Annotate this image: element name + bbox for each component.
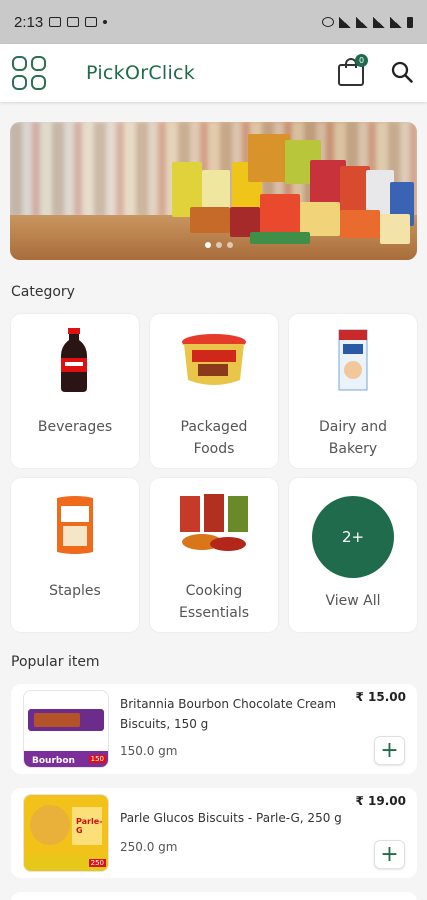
product-weight: 150.0 gm <box>120 744 178 758</box>
thumb-brand: Bourbon <box>32 756 75 766</box>
battery-icon <box>407 16 413 28</box>
add-to-cart-button[interactable]: + <box>374 736 405 765</box>
product-name: Parle Glucos Biscuits - Parle-G, 250 g <box>120 811 342 825</box>
category-card-beverages[interactable]: Beverages <box>11 314 139 468</box>
category-card-staples[interactable]: Staples <box>11 478 139 632</box>
wifi-icon <box>356 16 368 28</box>
popular-item-card[interactable]: Parle-G 250 Parle Glucos Biscuits - Parl… <box>11 788 417 878</box>
product-price: ₹ 15.00 <box>355 690 406 704</box>
signal-2-icon <box>390 16 402 28</box>
thumb-tag: 150 <box>88 755 106 763</box>
popular-section-title: Popular item <box>11 654 100 670</box>
product-thumbnail: Bourbon 150 <box>23 690 109 768</box>
product-price: ₹ 19.00 <box>355 794 406 808</box>
category-card-cooking-essentials[interactable]: Cooking Essentials <box>150 478 278 632</box>
category-section-title: Category <box>11 284 75 300</box>
product-weight: 250.0 gm <box>120 840 178 854</box>
cart-button[interactable]: 0 <box>338 54 368 86</box>
carousel-dot[interactable] <box>227 242 233 248</box>
spices-icon <box>174 492 254 556</box>
milk-carton-icon <box>313 328 393 392</box>
carousel-dot-active[interactable] <box>205 242 211 248</box>
category-label: Dairy and Bakery <box>318 419 388 457</box>
category-label: Staples <box>49 583 101 599</box>
category-label: Packaged Foods <box>180 419 248 457</box>
product-thumbnail: Parle-G 250 <box>23 794 109 872</box>
gallery-icon <box>49 17 62 27</box>
carousel-dot[interactable] <box>216 242 222 248</box>
cart-icon <box>338 64 364 86</box>
popular-item-card[interactable] <box>11 892 417 900</box>
category-label: Cooking Essentials <box>178 583 250 621</box>
soda-bottle-icon <box>35 328 115 392</box>
mail-icon <box>85 17 98 27</box>
product-name: Britannia Bourbon Chocolate Cream Biscui… <box>120 697 337 731</box>
promo-banner[interactable] <box>10 122 417 260</box>
app-header: PickOrClick 0 <box>0 44 427 102</box>
notification-dot-icon <box>103 20 108 24</box>
thumb-tag: 250 <box>88 859 106 867</box>
cart-count-badge: 0 <box>355 54 368 67</box>
menu-grid-icon[interactable] <box>12 56 46 90</box>
status-bar: 2:13 <box>0 0 427 44</box>
view-all-badge[interactable]: 2+ <box>312 496 394 578</box>
rice-bag-icon <box>35 492 115 556</box>
packaged-tub-icon <box>174 328 254 392</box>
search-icon[interactable] <box>391 61 413 83</box>
category-card-view-all[interactable]: 2+ View All <box>289 478 417 632</box>
status-time: 2:13 <box>14 13 44 31</box>
alarm-icon <box>322 17 334 27</box>
category-card-packaged-foods[interactable]: Packaged Foods <box>150 314 278 468</box>
mute-icon <box>339 16 351 28</box>
app-title: PickOrClick <box>86 62 196 84</box>
thumb-brand: Parle-G <box>76 817 103 835</box>
popular-item-card[interactable]: Bourbon 150 Britannia Bourbon Chocolate … <box>11 684 417 774</box>
view-all-label: View All <box>325 593 381 609</box>
youtube-icon <box>67 17 80 27</box>
add-to-cart-button[interactable]: + <box>374 840 405 869</box>
carousel-indicator[interactable] <box>205 242 233 248</box>
category-label: Beverages <box>37 419 113 435</box>
signal-icon <box>373 16 385 28</box>
category-card-dairy-and-bakery[interactable]: Dairy and Bakery <box>289 314 417 468</box>
